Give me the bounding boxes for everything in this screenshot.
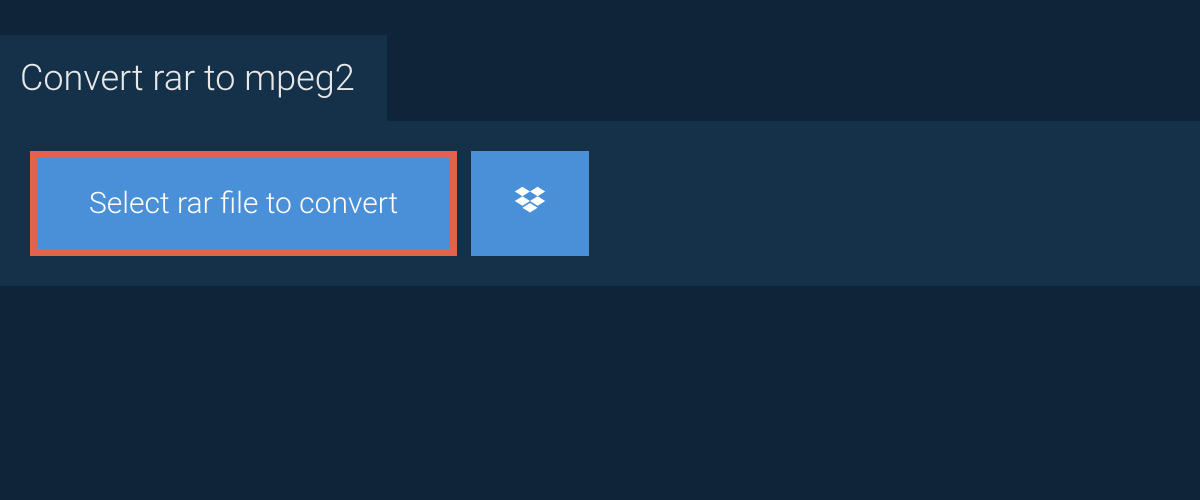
dropbox-button[interactable] [471,151,589,256]
select-file-button[interactable]: Select rar file to convert [30,151,457,256]
select-file-label: Select rar file to convert [89,186,398,221]
header-tab: Convert rar to mpeg2 [0,35,387,121]
button-row: Select rar file to convert [30,151,1170,256]
page-title: Convert rar to mpeg2 [20,57,355,99]
main-panel: Select rar file to convert [0,121,1200,286]
dropbox-icon [511,183,549,224]
